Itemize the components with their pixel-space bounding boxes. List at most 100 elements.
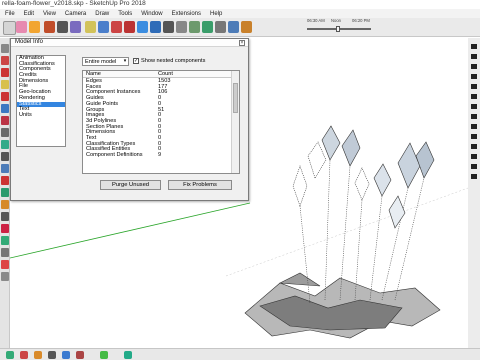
close-icon[interactable]: × xyxy=(239,40,245,46)
orbit-tool-icon[interactable] xyxy=(1,140,9,149)
eraser-tool-icon[interactable] xyxy=(1,224,9,233)
show-nested-label: Show nested components xyxy=(141,58,206,64)
tape-icon[interactable] xyxy=(163,21,174,33)
menu-camera[interactable]: Camera xyxy=(60,11,90,17)
tray-arrow-icon[interactable] xyxy=(471,104,477,109)
tray-arrow-icon[interactable] xyxy=(471,124,477,129)
push-pull-icon[interactable] xyxy=(98,21,109,33)
window-title: rella-foam-flower_v2018.skp - SketchUp P… xyxy=(2,0,146,7)
table-row: Component Definitions 9 xyxy=(83,152,231,159)
tape-tool-icon[interactable] xyxy=(1,128,9,137)
pencil-icon[interactable] xyxy=(1,56,9,65)
offset-icon[interactable] xyxy=(150,21,161,33)
column-header-name[interactable]: Name xyxy=(86,71,101,78)
scrollbar-thumb[interactable] xyxy=(233,83,238,113)
dimension-tool-icon[interactable] xyxy=(1,260,9,269)
select-icon[interactable] xyxy=(3,21,16,35)
scope-select-value: Entire model xyxy=(85,59,117,65)
tray-arrow-icon[interactable] xyxy=(471,64,477,69)
petal-8 xyxy=(307,141,327,179)
fix-problems-button[interactable]: Fix Problems xyxy=(168,180,232,190)
time-slider-thumb[interactable] xyxy=(336,26,340,32)
leaf-small xyxy=(278,272,321,287)
dialog-titlebar[interactable]: Model Info × xyxy=(11,39,248,47)
zoom-extents-icon[interactable] xyxy=(241,21,252,33)
eraser-icon[interactable] xyxy=(16,21,27,33)
category-units[interactable]: Units xyxy=(17,112,65,119)
walk-icon[interactable] xyxy=(20,351,28,359)
menu-view[interactable]: View xyxy=(38,11,60,17)
rotate-tool-icon[interactable] xyxy=(1,116,9,125)
tray-arrow-icon[interactable] xyxy=(471,164,477,169)
tray-arrow-icon[interactable] xyxy=(471,154,477,159)
menu-window[interactable]: Window xyxy=(136,11,166,17)
tray-arrow-icon[interactable] xyxy=(471,144,477,149)
styles-icon[interactable] xyxy=(76,351,84,359)
green-axis-line xyxy=(9,202,251,259)
select-tool-icon[interactable] xyxy=(1,44,9,53)
axes-tool-icon[interactable] xyxy=(1,236,9,245)
petal-6 xyxy=(397,142,421,189)
scale-icon[interactable] xyxy=(137,21,148,33)
move-icon[interactable] xyxy=(111,21,122,33)
menu-draw[interactable]: Draw xyxy=(90,11,113,17)
pan-icon[interactable] xyxy=(215,21,226,33)
purge-unused-button[interactable]: Purge Unused xyxy=(100,180,161,190)
statistics-table: Name Count Edges 1503 Faces 177 Component … xyxy=(82,70,240,174)
menu-extensions[interactable]: Extensions xyxy=(167,11,205,17)
line-tool-icon[interactable] xyxy=(1,68,9,77)
paint-icon[interactable] xyxy=(29,21,40,33)
look-tool-icon[interactable] xyxy=(1,200,9,209)
section-tool-icon[interactable] xyxy=(1,212,9,221)
tray-arrow-icon[interactable] xyxy=(471,54,477,59)
petal-2 xyxy=(321,125,341,161)
dialog-title: Model Info xyxy=(15,39,44,45)
push-tool-icon[interactable] xyxy=(1,92,9,101)
camera-icon[interactable] xyxy=(6,351,14,359)
tray-arrow-icon[interactable] xyxy=(471,174,477,179)
section-icon[interactable] xyxy=(48,351,56,359)
time-pm-label: 06:20 PM xyxy=(352,18,370,23)
menu-help[interactable]: Help xyxy=(205,11,226,17)
look-icon[interactable] xyxy=(34,351,42,359)
pan-tool-icon[interactable] xyxy=(1,152,9,161)
zoom-icon[interactable] xyxy=(228,21,239,33)
circle-icon[interactable] xyxy=(85,21,96,33)
axes-icon[interactable] xyxy=(189,21,200,33)
walk-tool-icon[interactable] xyxy=(1,188,9,197)
zoom-tool-icon[interactable] xyxy=(1,164,9,173)
show-nested-checkbox[interactable]: ✓ xyxy=(133,58,139,64)
tray-arrow-icon[interactable] xyxy=(471,74,477,79)
row-count: 9 xyxy=(158,152,162,159)
paint-tool-icon[interactable] xyxy=(1,176,9,185)
shape-tool-icon[interactable] xyxy=(1,80,9,89)
protractor-tool-icon[interactable] xyxy=(1,272,9,281)
model-info-dialog: Model Info × Animation Classifications C… xyxy=(10,38,249,201)
category-list: Animation Classifications Components Cre… xyxy=(16,55,66,147)
column-header-count[interactable]: Count xyxy=(158,71,173,78)
table-scrollbar[interactable] xyxy=(231,71,239,173)
petal-1 xyxy=(292,165,308,207)
tray-arrow-icon[interactable] xyxy=(471,134,477,139)
petal-3 xyxy=(341,129,361,167)
arc-icon[interactable] xyxy=(57,21,68,33)
tray-arrow-icon[interactable] xyxy=(471,44,477,49)
ruby-icon[interactable] xyxy=(124,351,132,359)
move-tool-icon[interactable] xyxy=(1,104,9,113)
tray-arrow-icon[interactable] xyxy=(471,94,477,99)
menu-file[interactable]: File xyxy=(0,11,19,17)
menu-edit[interactable]: Edit xyxy=(19,11,38,17)
text-icon[interactable] xyxy=(176,21,187,33)
guide-line xyxy=(225,187,469,277)
scope-select[interactable]: Entire model ▾ xyxy=(82,57,129,66)
line-icon[interactable] xyxy=(44,21,55,33)
tray-arrow-icon[interactable] xyxy=(471,84,477,89)
scenes-icon[interactable] xyxy=(100,351,108,359)
orbit-icon[interactable] xyxy=(202,21,213,33)
rectangle-icon[interactable] xyxy=(70,21,81,33)
menu-tools[interactable]: Tools xyxy=(113,11,136,17)
layers-icon[interactable] xyxy=(62,351,70,359)
text-tool-icon[interactable] xyxy=(1,248,9,257)
tray-arrow-icon[interactable] xyxy=(471,114,477,119)
rotate-icon[interactable] xyxy=(124,21,135,33)
